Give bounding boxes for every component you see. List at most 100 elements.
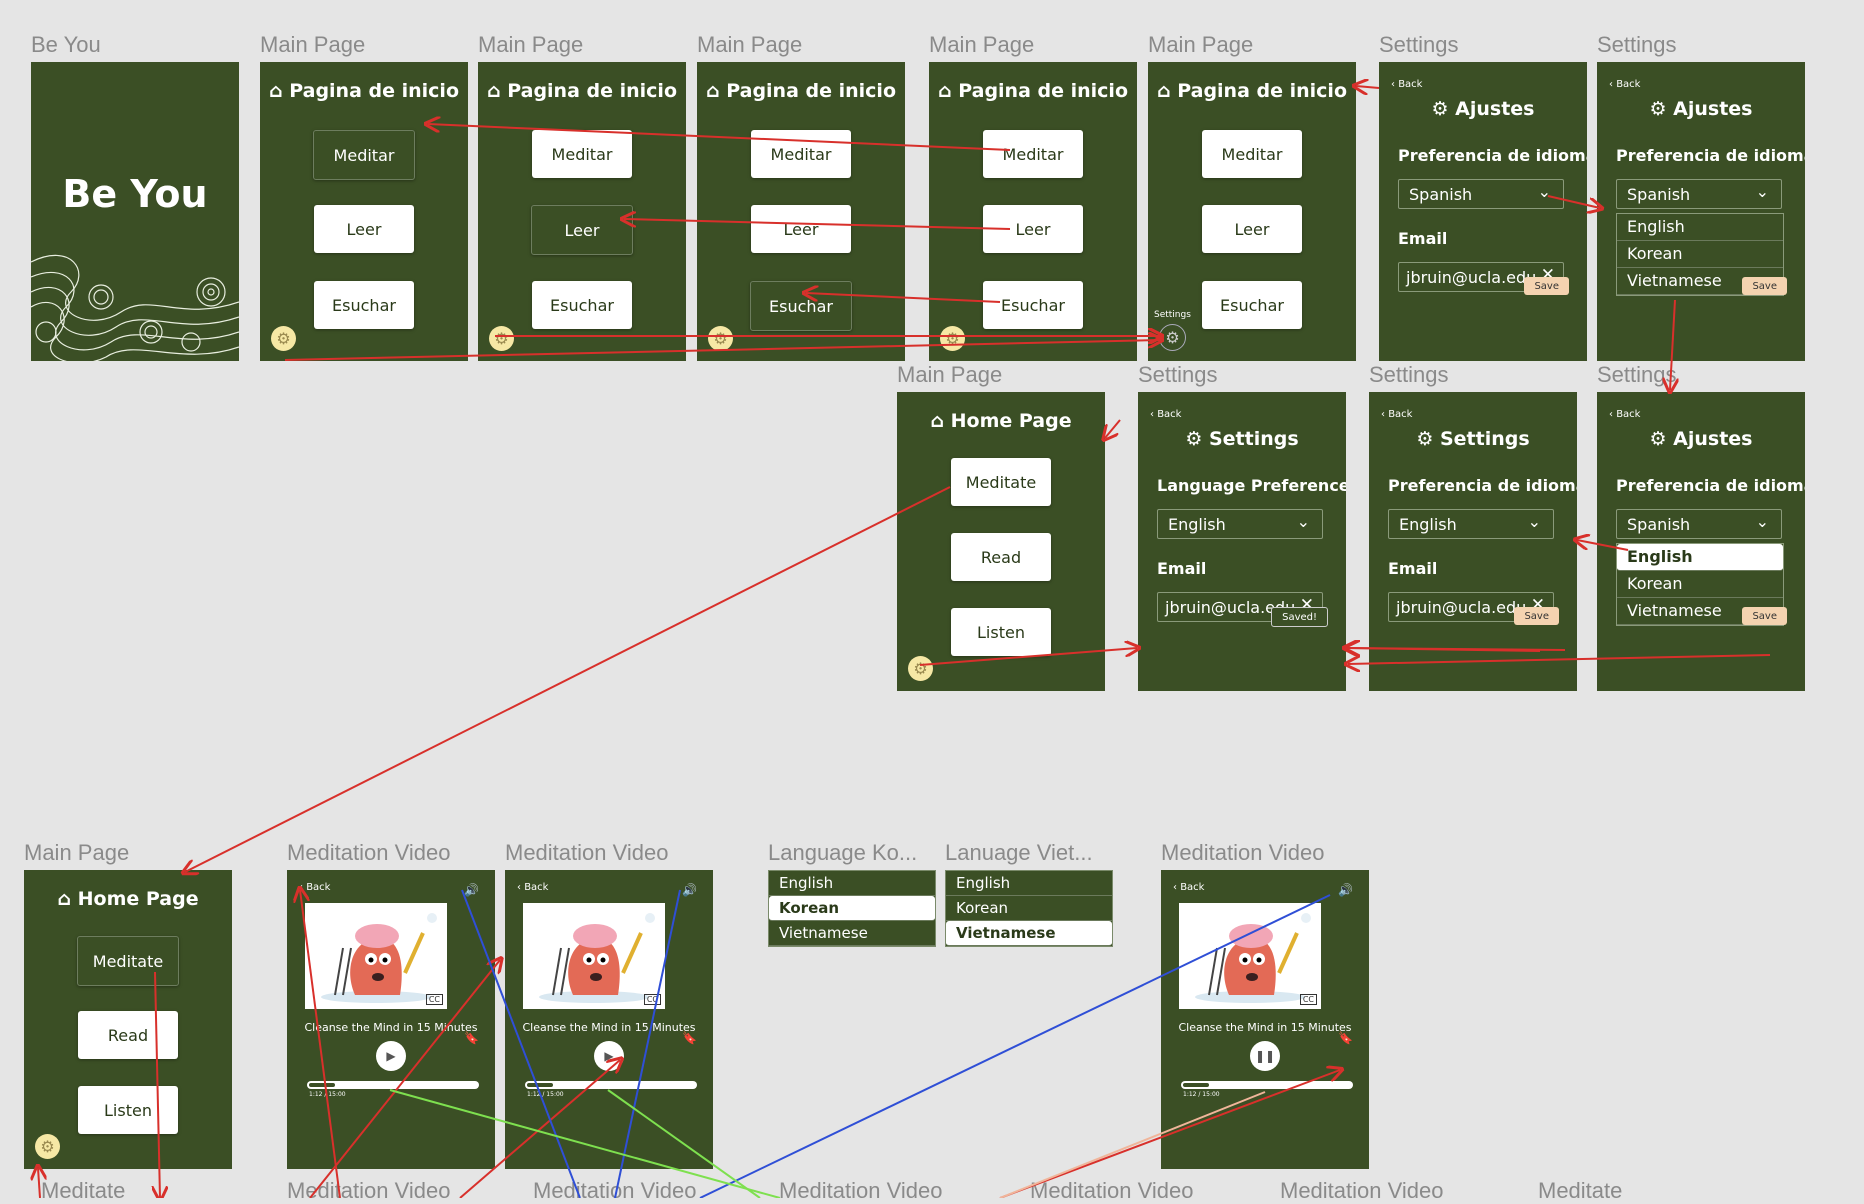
meditate-button[interactable]: Meditar [751,130,851,178]
save-button[interactable]: Save [1514,607,1559,625]
listen-button[interactable]: Listen [951,608,1051,656]
option-korean[interactable]: Korean [946,896,1112,921]
gear-icon: ⚙ [1649,98,1674,120]
listen-button[interactable]: Esuchar [750,281,852,331]
option-english[interactable]: English [1617,544,1783,571]
language-select[interactable]: English ⌄ [1388,509,1554,539]
option-vietnamese[interactable]: Vietnamese [946,921,1112,946]
settings-gear-icon[interactable]: ⚙ [35,1134,60,1159]
frame-label: Meditation Video [505,840,669,865]
wave-illustration [31,254,239,361]
frame-label: Meditation Video [1030,1178,1194,1203]
settings-gear-icon[interactable]: ⚙ [908,656,933,681]
back-button[interactable]: ‹ Back [1609,409,1640,420]
frame-label: Settings [1379,32,1459,57]
option-english[interactable]: English [946,871,1112,896]
meditate-button[interactable]: Meditar [313,130,415,180]
save-button[interactable]: Save [1524,277,1569,295]
back-button[interactable]: ‹ Back [1173,882,1204,893]
save-button[interactable]: Save [1742,607,1787,625]
play-button[interactable]: ▶ [376,1041,406,1071]
read-button[interactable]: Leer [751,205,851,253]
settings-gear-icon[interactable]: ⚙ [1159,324,1186,351]
saved-button[interactable]: Saved! [1271,607,1328,627]
progress-bar[interactable] [525,1081,697,1089]
bookmark-icon[interactable]: 🔖 [1338,1031,1353,1045]
read-button[interactable]: Read [951,533,1051,581]
cc-icon[interactable]: CC [643,994,661,1005]
speaker-icon[interactable]: 🔊 [682,883,697,897]
option-korean[interactable]: Korean [769,896,935,921]
meditate-button[interactable]: Meditate [951,458,1051,506]
cc-icon[interactable]: CC [425,994,443,1005]
page-title: ⌂ Pagina de inicio [937,80,1128,102]
gear-icon: ⚙ [1431,98,1456,120]
option-english[interactable]: English [769,871,935,896]
language-select[interactable]: Spanish ⌄ [1398,179,1564,209]
page-title: ⌂ Pagina de inicio [1156,80,1347,102]
read-button[interactable]: Leer [531,205,633,255]
play-button[interactable]: ▶ [594,1041,624,1071]
meditate-button[interactable]: Meditar [1202,130,1302,178]
settings-en: ‹ Back ⚙ Settings Language Preference En… [1138,392,1346,691]
language-select[interactable]: English ⌄ [1157,509,1323,539]
video-player[interactable]: CC [1179,903,1321,1009]
settings-gear-icon[interactable]: ⚙ [489,326,514,351]
email-label: Email [1157,559,1207,578]
frame-label: Meditation Video [1161,840,1325,865]
settings-gear-icon[interactable]: ⚙ [271,326,296,351]
settings-title: ⚙ Settings [1185,428,1299,450]
option-korean[interactable]: Korean [1617,241,1783,268]
language-menu-korean: English Korean Vietnamese [768,870,936,947]
language-menu-vietnamese: English Korean Vietnamese [945,870,1113,947]
cc-icon[interactable]: CC [1299,994,1317,1005]
speaker-icon[interactable]: 🔊 [464,883,479,897]
meditate-button[interactable]: Meditar [983,130,1083,178]
read-button[interactable]: Leer [1202,205,1302,253]
back-button[interactable]: ‹ Back [1609,79,1640,90]
back-button[interactable]: ‹ Back [1150,409,1181,420]
back-button[interactable]: ‹ Back [517,882,548,893]
video-player[interactable]: CC [305,903,447,1009]
back-button[interactable]: ‹ Back [1381,409,1412,420]
option-vietnamese[interactable]: Vietnamese [769,921,935,946]
frame-label: Main Page [260,32,366,57]
option-english[interactable]: English [1617,214,1783,241]
read-button[interactable]: Leer [314,205,414,253]
read-button[interactable]: Read [78,1011,178,1059]
option-korean[interactable]: Korean [1617,571,1783,598]
frame-label: Settings [1597,362,1677,387]
page-title: ⌂ Pagina de inicio [486,80,677,102]
meditate-button[interactable]: Meditar [532,130,632,178]
listen-button[interactable]: Listen [78,1086,178,1134]
language-select[interactable]: Spanish ⌄ [1616,179,1782,209]
settings-tooltip: Settings [1154,310,1191,320]
pause-button[interactable]: ❚❚ [1250,1041,1280,1071]
settings-es-dropdown-2: ‹ Back ⚙ Ajustes Preferencia de idioma S… [1597,392,1805,691]
video-frame-1: ‹ Back 🔊 CC Cleanse the Mind in 15 Minut… [287,870,495,1169]
splash-frame: Be You [31,62,239,361]
bookmark-icon[interactable]: 🔖 [464,1031,479,1045]
back-button[interactable]: ‹ Back [1391,79,1422,90]
video-player[interactable]: CC [523,903,665,1009]
home-icon: ⌂ [705,80,727,102]
progress-bar[interactable] [307,1081,479,1089]
bookmark-icon[interactable]: 🔖 [682,1031,697,1045]
listen-button[interactable]: Esuchar [314,281,414,329]
frame-label: Meditation Video [287,840,451,865]
settings-gear-icon[interactable]: ⚙ [708,326,733,351]
language-select[interactable]: Spanish ⌄ [1616,509,1782,539]
save-button[interactable]: Save [1742,277,1787,295]
frame-label: Be You [31,32,101,57]
settings-gear-icon[interactable]: ⚙ [940,326,965,351]
listen-button[interactable]: Esuchar [532,281,632,329]
listen-button[interactable]: Esuchar [1202,281,1302,329]
frame-label: Meditation Video [533,1178,697,1203]
read-button[interactable]: Leer [983,205,1083,253]
progress-bar[interactable] [1181,1081,1353,1089]
language-label: Language Preference [1157,476,1346,495]
meditate-button[interactable]: Meditate [77,936,179,986]
listen-button[interactable]: Esuchar [983,281,1083,329]
speaker-icon[interactable]: 🔊 [1338,883,1353,897]
back-button[interactable]: ‹ Back [299,882,330,893]
